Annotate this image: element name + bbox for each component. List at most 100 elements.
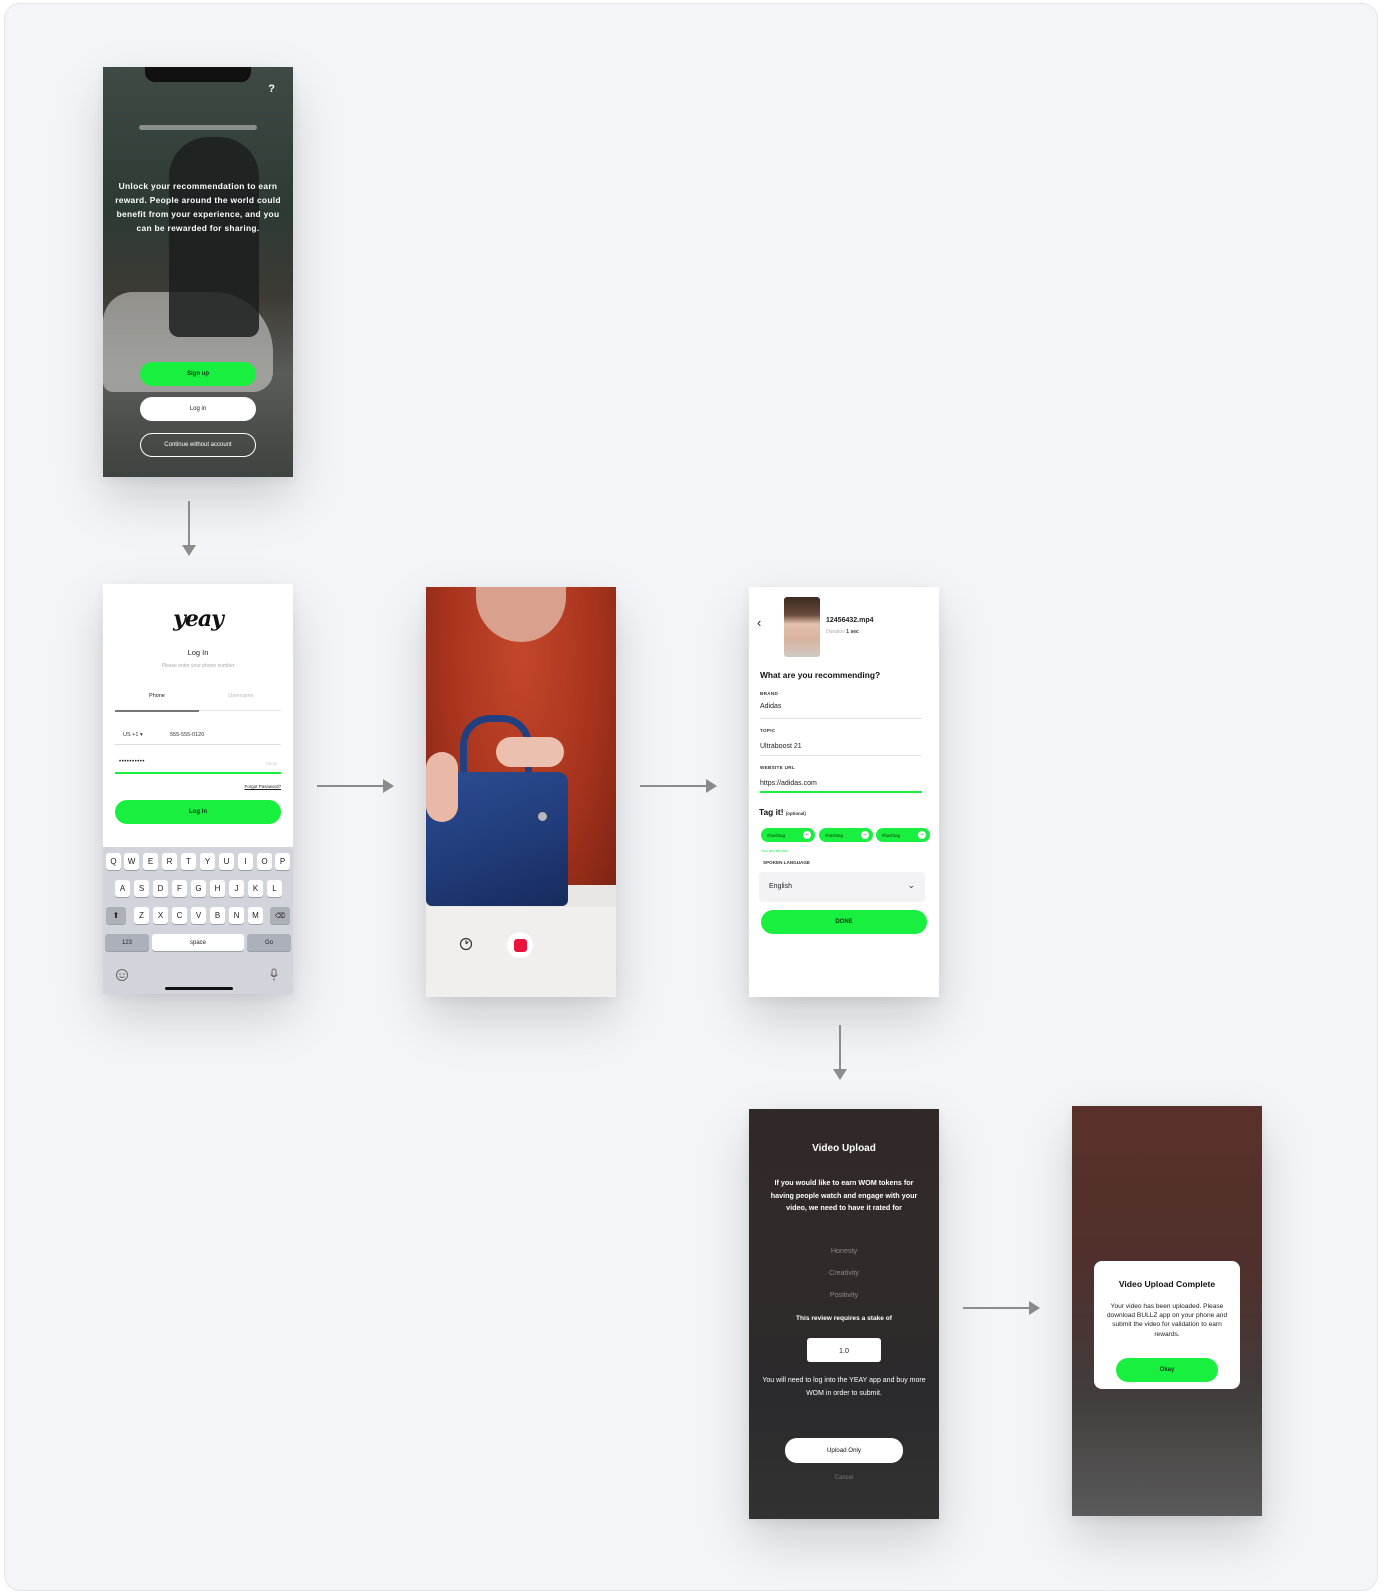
key-z[interactable]: Z: [134, 907, 149, 924]
criteria-creativity[interactable]: Creativity: [749, 1268, 939, 1277]
emoji-icon[interactable]: [115, 968, 129, 982]
key-d[interactable]: D: [153, 880, 168, 897]
microphone-icon[interactable]: [268, 968, 280, 982]
remove-tag-icon[interactable]: −: [803, 831, 811, 839]
signup-button[interactable]: Sign up: [140, 362, 256, 386]
arrow-right-icon: [317, 779, 394, 793]
key-n[interactable]: N: [229, 907, 244, 924]
stake-text: This review requires a stake of: [795, 1315, 893, 1322]
video-details-screen: ‹ 12456432.mp4 Duration 1 sec What are y…: [749, 587, 939, 997]
key-q[interactable]: Q: [106, 853, 121, 870]
key-l[interactable]: L: [267, 880, 282, 897]
chevron-down-icon: ⌄: [907, 880, 915, 890]
home-indicator: [165, 987, 233, 990]
key-b[interactable]: B: [210, 907, 225, 924]
login-screen: yeay Log In Please enter your phone numb…: [103, 584, 293, 994]
key-e[interactable]: E: [143, 853, 158, 870]
arrow-down-icon: [833, 1025, 847, 1080]
key-f[interactable]: F: [172, 880, 187, 897]
arrow-right-icon: [640, 779, 717, 793]
continue-without-account-button[interactable]: Continue without account: [140, 433, 256, 457]
topic-input[interactable]: Ultraboost 21: [760, 743, 802, 750]
key-y[interactable]: Y: [200, 853, 215, 870]
key-w[interactable]: W: [124, 853, 139, 870]
arrow-down-icon: [182, 501, 196, 556]
numbers-key[interactable]: 123: [105, 934, 149, 951]
hashtag-chip[interactable]: #hashtag −: [761, 828, 815, 842]
criteria-positivity[interactable]: Positivity: [749, 1290, 939, 1299]
website-url-input[interactable]: https://adidas.com: [760, 780, 817, 787]
keyboard-row-4: 123 space Go: [103, 934, 293, 952]
help-icon[interactable]: ?: [268, 83, 275, 95]
key-v[interactable]: V: [191, 907, 206, 924]
keyboard: Q W E R T Y U I O P A S D F G H J K L ⬆ …: [103, 847, 293, 994]
hashtag-chip[interactable]: #hashtag −: [819, 828, 873, 842]
shift-icon[interactable]: ⬆: [106, 907, 126, 924]
okay-button[interactable]: Okay: [1116, 1358, 1218, 1382]
background-photo-bar: [139, 125, 257, 130]
key-h[interactable]: H: [210, 880, 225, 897]
cancel-button[interactable]: Cancel: [749, 1475, 939, 1481]
video-upload-screen: Video Upload If you would like to earn W…: [749, 1109, 939, 1519]
upload-title: Video Upload: [812, 1143, 876, 1154]
upload-description: If you would like to earn WOM tokens for…: [770, 1178, 918, 1213]
spoken-language-value: English: [769, 883, 792, 890]
forgot-password-link[interactable]: Forgot Password?: [244, 784, 281, 789]
login-button[interactable]: Log in: [140, 397, 256, 421]
key-m[interactable]: M: [248, 907, 263, 924]
modal-title: Video Upload Complete: [1118, 1279, 1216, 1289]
welcome-message: Unlock your recommendation to earn rewar…: [115, 181, 281, 233]
done-button[interactable]: DONE: [761, 910, 927, 934]
spoken-language-select[interactable]: English ⌄: [759, 872, 925, 902]
key-x[interactable]: X: [153, 907, 168, 924]
key-g[interactable]: G: [191, 880, 206, 897]
duration-value: 1 sec: [846, 629, 859, 635]
remove-tag-icon[interactable]: −: [918, 831, 926, 839]
tab-phone[interactable]: Phone: [115, 693, 199, 699]
key-j[interactable]: J: [229, 880, 244, 897]
space-key[interactable]: space: [152, 934, 244, 951]
key-u[interactable]: U: [219, 853, 234, 870]
video-filename: 12456432.mp4: [826, 617, 874, 624]
key-s[interactable]: S: [134, 880, 149, 897]
duration-label: Duration: [826, 629, 845, 635]
key-p[interactable]: P: [275, 853, 290, 870]
key-i[interactable]: I: [238, 853, 253, 870]
key-t[interactable]: T: [181, 853, 196, 870]
backspace-icon[interactable]: ⌫: [270, 907, 290, 924]
topic-underline: [760, 755, 922, 756]
login-title: Log In: [187, 648, 209, 657]
criteria-honesty[interactable]: Honesty: [749, 1246, 939, 1255]
go-key[interactable]: Go: [247, 934, 291, 951]
tag-optional: (optional): [785, 811, 806, 816]
country-code-select[interactable]: US +1 ▾: [123, 732, 143, 738]
back-chevron-icon[interactable]: ‹: [757, 615, 761, 630]
upload-only-button[interactable]: Upload Only: [785, 1438, 903, 1463]
hashtag-chip-label: #hashtag: [825, 832, 844, 838]
stake-note: You will need to log into the YEAY app a…: [762, 1377, 926, 1397]
record-button[interactable]: [507, 932, 533, 958]
record-icon: [513, 938, 527, 952]
phone-input[interactable]: 555-555-0120: [170, 732, 204, 738]
keyboard-row-1: Q W E R T Y U I O P: [103, 853, 293, 871]
brand-underline: [760, 718, 922, 719]
video-thumbnail: [784, 597, 820, 657]
key-a[interactable]: A: [115, 880, 130, 897]
hashtag-chip[interactable]: #hashtag −: [876, 828, 930, 842]
remove-tag-icon[interactable]: −: [861, 831, 869, 839]
key-r[interactable]: R: [162, 853, 177, 870]
key-c[interactable]: C: [172, 907, 187, 924]
timer-icon[interactable]: [459, 937, 473, 951]
show-password-toggle[interactable]: Show: [266, 761, 277, 766]
key-k[interactable]: K: [248, 880, 263, 897]
login-subtitle: Please enter your phone number: [161, 663, 235, 669]
password-input[interactable]: ••••••••••: [119, 759, 145, 765]
key-o[interactable]: O: [257, 853, 272, 870]
phone-notch: [145, 67, 251, 82]
brand-input[interactable]: Adidas: [760, 703, 781, 710]
login-submit-button[interactable]: Log In: [115, 800, 281, 824]
spoken-language-label: SPOKEN LANGUAGE: [763, 860, 810, 865]
stake-input[interactable]: 1.0: [807, 1338, 881, 1362]
tab-username[interactable]: Username: [199, 693, 283, 699]
tag-title: Tag it! (optional): [759, 807, 806, 817]
